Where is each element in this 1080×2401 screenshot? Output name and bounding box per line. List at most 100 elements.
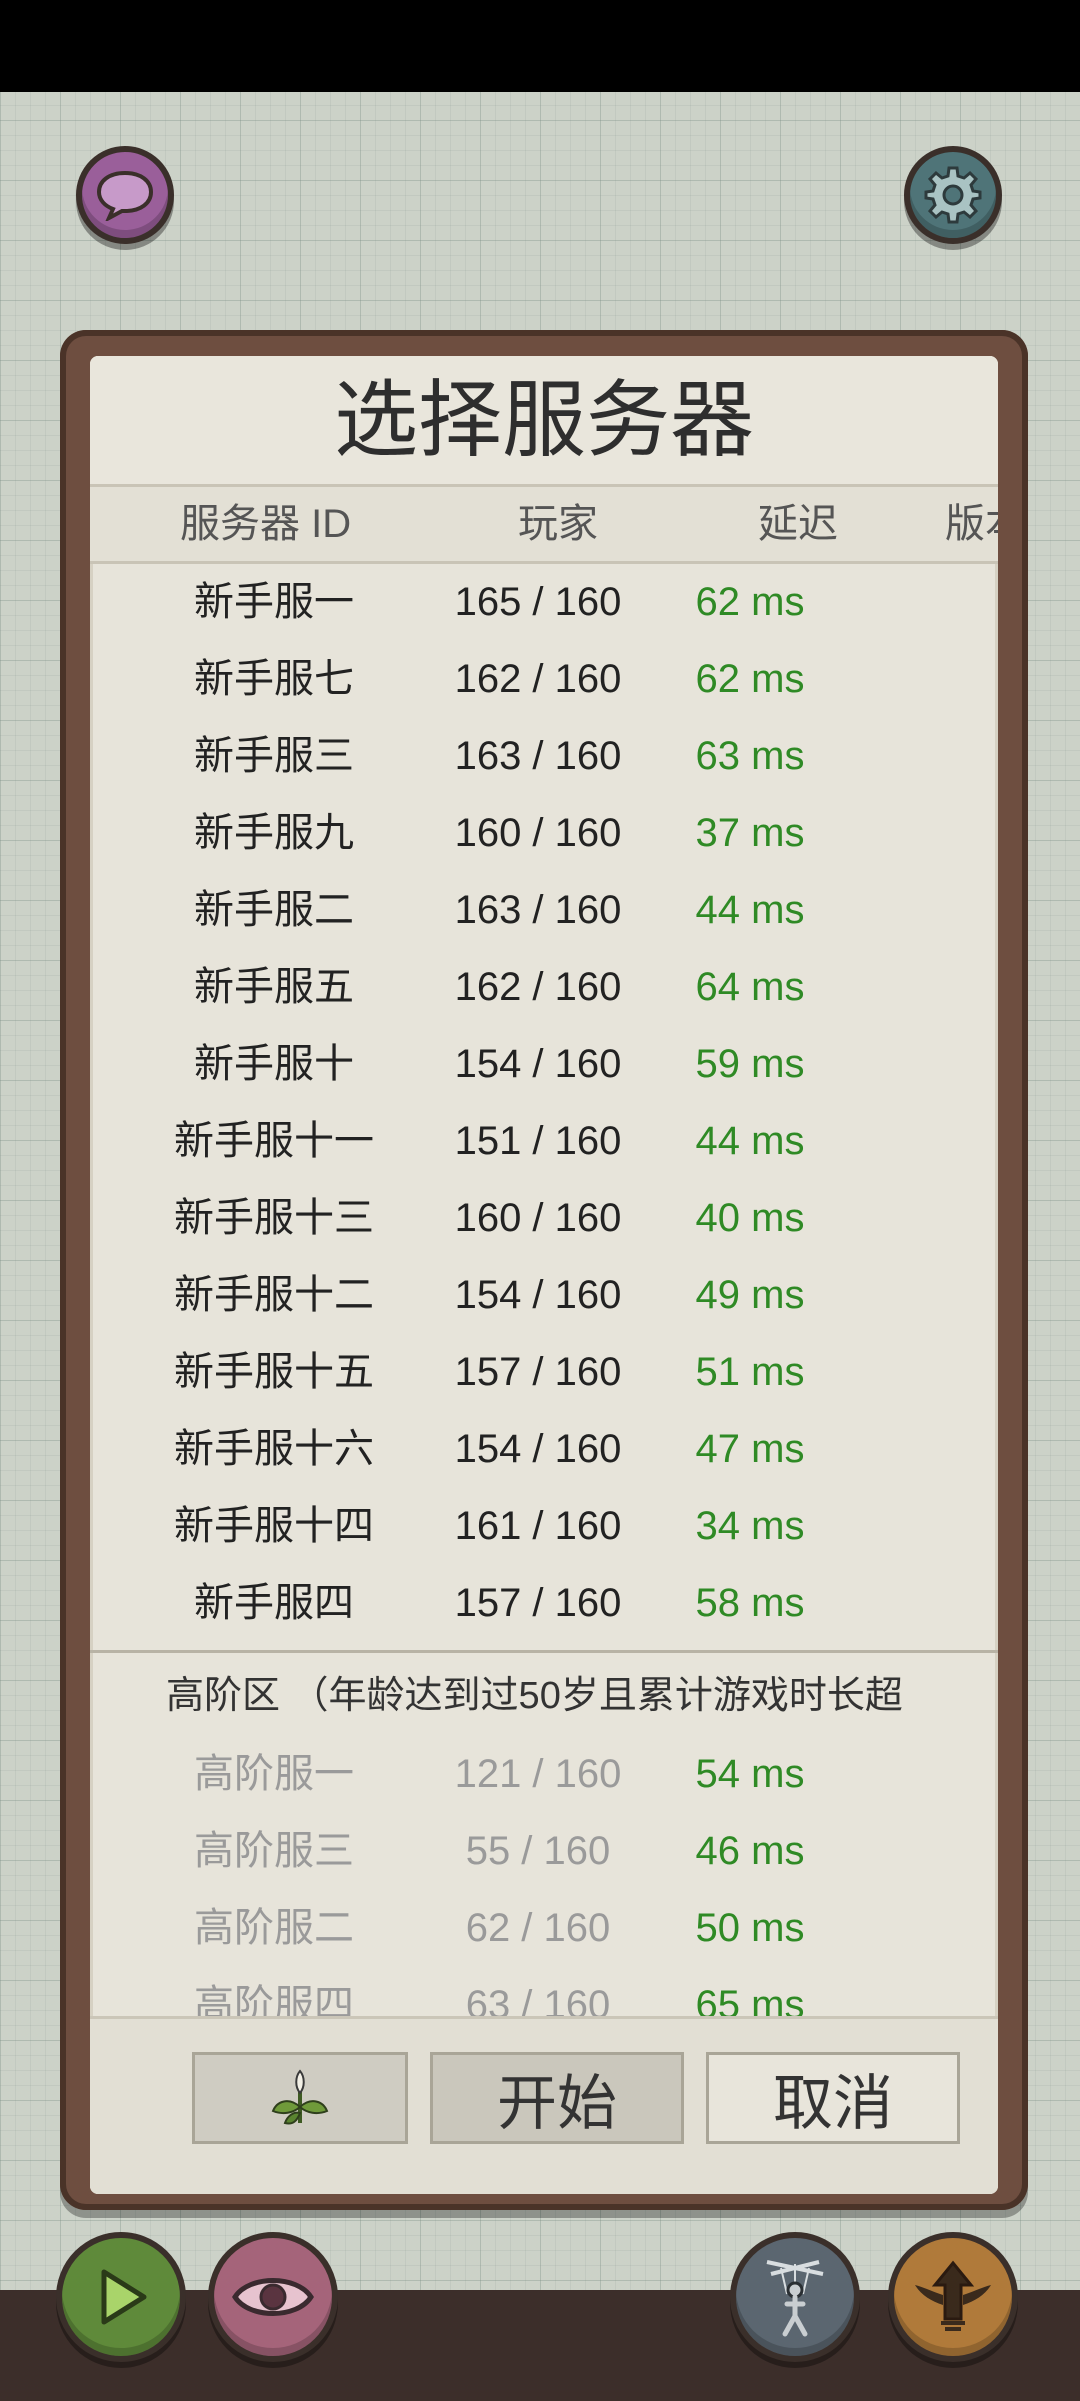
server-ping: 62 ms [695, 657, 805, 701]
server-players: 157 / 160 [454, 1581, 622, 1625]
server-row[interactable]: 新手服三 163 / 160 63 ms [90, 718, 998, 795]
server-players: 154 / 160 [454, 1273, 622, 1317]
server-players: 165 / 160 [454, 580, 622, 624]
server-ping: 59 ms [695, 1042, 805, 1086]
server-row[interactable]: 新手服二 163 / 160 44 ms [90, 872, 998, 949]
server-row[interactable]: 高阶服三 55 / 160 46 ms [90, 1813, 998, 1890]
column-header-ping[interactable]: 延迟 [758, 487, 838, 561]
status-bar [0, 0, 1080, 92]
server-row[interactable]: 新手服十四 161 / 160 34 ms [90, 1488, 998, 1565]
server-name: 新手服九 [194, 811, 354, 855]
puppet-button[interactable] [730, 2232, 860, 2362]
section-divider [90, 1650, 998, 1653]
server-name: 新手服十三 [174, 1196, 374, 1240]
winged-arrow-icon [915, 2260, 991, 2331]
server-name: 新手服十 [194, 1042, 354, 1086]
server-players: 163 / 160 [454, 888, 622, 932]
server-row[interactable]: 新手服十一 151 / 160 44 ms [90, 1103, 998, 1180]
server-ping: 44 ms [695, 1119, 805, 1163]
server-row[interactable]: 新手服十 154 / 160 59 ms [90, 1026, 998, 1103]
server-name: 新手服三 [194, 734, 354, 778]
server-ping: 46 ms [695, 1829, 805, 1873]
gear-icon [924, 166, 982, 224]
server-row[interactable]: 新手服十二 154 / 160 49 ms [90, 1257, 998, 1334]
server-name: 新手服十四 [174, 1504, 374, 1548]
server-ping: 50 ms [695, 1906, 805, 1950]
upgrade-button[interactable] [888, 2232, 1018, 2362]
server-row[interactable]: 高阶服二 62 / 160 50 ms [90, 1890, 998, 1967]
server-name: 新手服二 [194, 888, 354, 932]
dialog-footer: 开始 取消 [90, 2016, 998, 2194]
server-ping: 62 ms [695, 580, 805, 624]
server-name: 新手服五 [194, 965, 354, 1009]
server-players: 62 / 160 [465, 1906, 611, 1950]
server-name: 高阶服三 [194, 1829, 354, 1873]
server-ping: 54 ms [695, 1752, 805, 1796]
server-ping: 64 ms [695, 965, 805, 1009]
server-row[interactable]: 新手服七 162 / 160 62 ms [90, 641, 998, 718]
server-players: 55 / 160 [465, 1829, 611, 1873]
puppet-icon [766, 2260, 824, 2337]
eye-icon [232, 2278, 314, 2316]
server-row[interactable]: 新手服一 165 / 160 62 ms [90, 564, 998, 641]
server-row[interactable]: 高阶服四 63 / 160 65 ms [90, 1967, 998, 2016]
plant-button[interactable] [192, 2052, 408, 2144]
dialog-title: 选择服务器 [90, 356, 998, 484]
server-name: 新手服十五 [174, 1350, 374, 1394]
server-name: 高阶服二 [194, 1906, 354, 1950]
server-name: 新手服十六 [174, 1427, 374, 1471]
column-header-version[interactable]: 版本 [945, 487, 998, 561]
server-row[interactable]: 新手服九 160 / 160 37 ms [90, 795, 998, 872]
server-ping: 49 ms [695, 1273, 805, 1317]
server-players: 162 / 160 [454, 657, 622, 701]
server-name: 高阶服一 [194, 1752, 354, 1796]
server-players: 163 / 160 [454, 734, 622, 778]
server-row[interactable]: 新手服四 157 / 160 58 ms [90, 1565, 998, 1642]
server-row[interactable]: 新手服十五 157 / 160 51 ms [90, 1334, 998, 1411]
server-name: 新手服十二 [174, 1273, 374, 1317]
server-row[interactable]: 新手服十三 160 / 160 40 ms [90, 1180, 998, 1257]
chat-button[interactable] [76, 146, 174, 244]
server-players: 160 / 160 [454, 811, 622, 855]
server-name: 新手服十一 [174, 1119, 374, 1163]
column-header-players[interactable]: 玩家 [518, 487, 598, 561]
play-button[interactable] [56, 2232, 186, 2362]
server-ping: 47 ms [695, 1427, 805, 1471]
server-players: 63 / 160 [465, 1983, 611, 2016]
server-players: 162 / 160 [454, 965, 622, 1009]
server-players: 121 / 160 [454, 1752, 622, 1796]
server-players: 161 / 160 [454, 1504, 622, 1548]
server-ping: 58 ms [695, 1581, 805, 1625]
server-ping: 51 ms [695, 1350, 805, 1394]
server-name: 新手服一 [194, 580, 354, 624]
spectate-button[interactable] [208, 2232, 338, 2362]
server-players: 151 / 160 [454, 1119, 622, 1163]
server-players: 160 / 160 [454, 1196, 622, 1240]
server-row[interactable]: 新手服十六 154 / 160 47 ms [90, 1411, 998, 1488]
server-players: 154 / 160 [454, 1042, 622, 1086]
server-list[interactable]: 新手服一 165 / 160 62 ms 新手服七 162 / 160 62 m… [90, 564, 998, 2016]
server-name: 高阶服四 [194, 1983, 354, 2016]
column-header-row: 服务器 ID 玩家 延迟 版本 [90, 487, 998, 561]
server-players: 157 / 160 [454, 1350, 622, 1394]
server-ping: 40 ms [695, 1196, 805, 1240]
server-row[interactable]: 新手服五 162 / 160 64 ms [90, 949, 998, 1026]
server-ping: 63 ms [695, 734, 805, 778]
start-button[interactable]: 开始 [430, 2052, 684, 2144]
server-name: 新手服七 [194, 657, 354, 701]
settings-button[interactable] [904, 146, 1002, 244]
server-ping: 34 ms [695, 1504, 805, 1548]
column-header-server-id[interactable]: 服务器 ID [180, 487, 351, 561]
sprout-icon [271, 2069, 329, 2125]
server-row[interactable]: 高阶服一 121 / 160 54 ms [90, 1736, 998, 1813]
server-ping: 65 ms [695, 1983, 805, 2016]
server-name: 新手服四 [194, 1581, 354, 1625]
server-ping: 44 ms [695, 888, 805, 932]
server-select-dialog: 选择服务器 服务器 ID 玩家 延迟 版本 新手服一 165 / 160 62 … [90, 356, 998, 2194]
server-players: 154 / 160 [454, 1427, 622, 1471]
section-label-advanced: 高阶区 （年龄达到过50岁且累计游戏时长超 [166, 1675, 903, 1717]
server-ping: 37 ms [695, 811, 805, 855]
play-icon [101, 2269, 147, 2325]
chat-bubble-icon [96, 170, 154, 221]
cancel-button[interactable]: 取消 [706, 2052, 960, 2144]
